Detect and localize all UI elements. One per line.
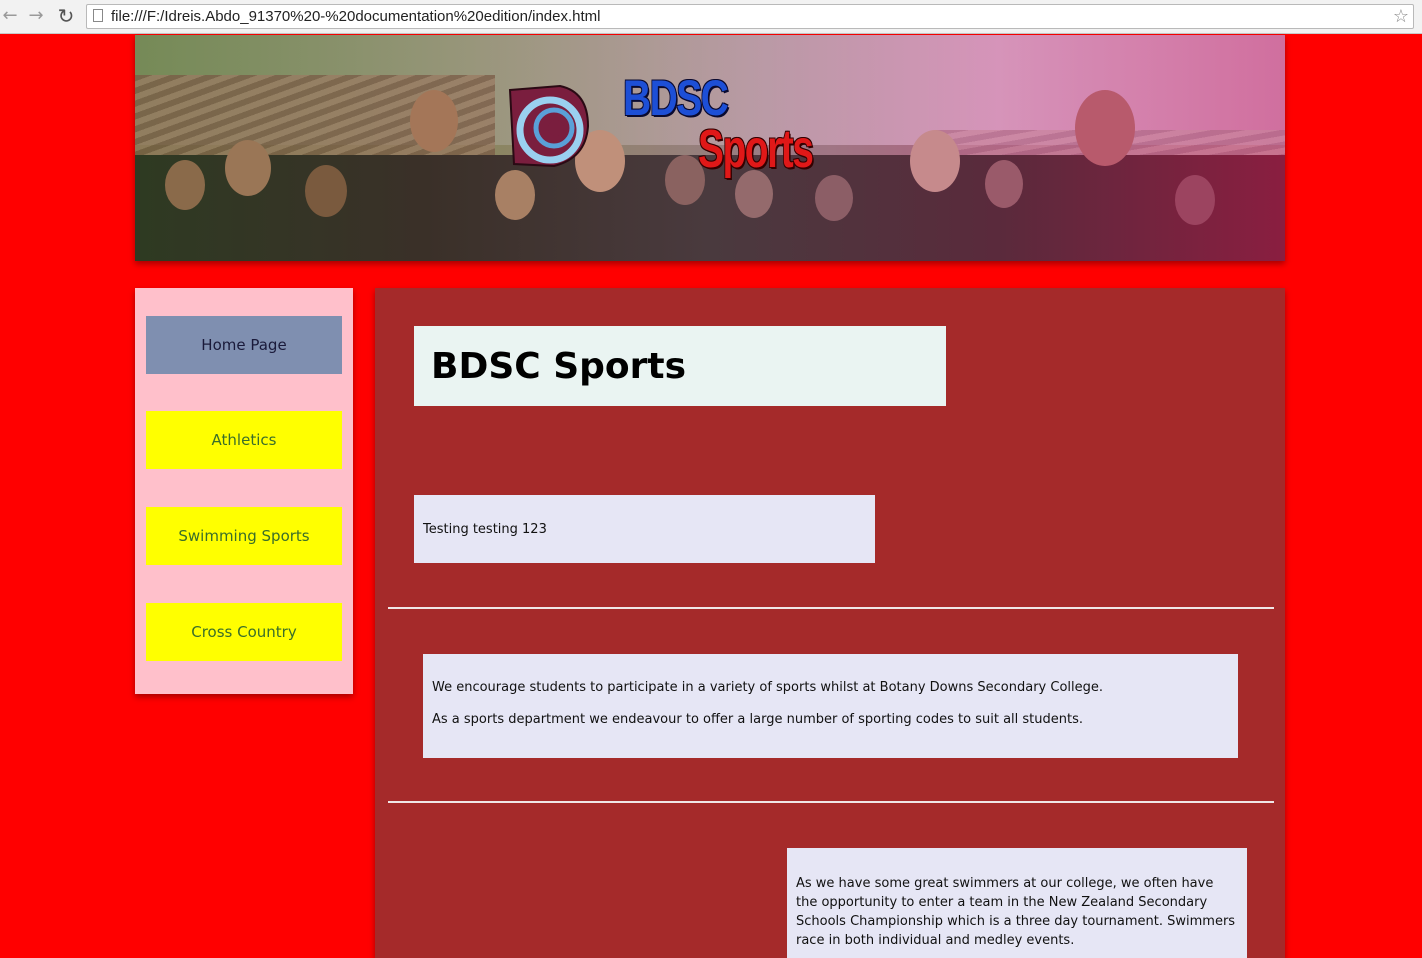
crowd-head xyxy=(305,165,347,217)
back-arrow-icon[interactable]: ← xyxy=(0,6,20,26)
intro-paragraph-2: As a sports department we endeavour to o… xyxy=(432,712,1083,727)
forward-arrow-icon[interactable]: → xyxy=(26,6,46,26)
address-bar[interactable]: file:///F:/Idreis.Abdo_91370%20-%20docum… xyxy=(86,4,1414,29)
swimming-paragraph: As we have some great swimmers at our co… xyxy=(796,876,1236,948)
url-text[interactable]: file:///F:/Idreis.Abdo_91370%20-%20docum… xyxy=(111,8,600,25)
crowd-head xyxy=(910,130,960,192)
divider xyxy=(388,607,1274,609)
crowd-head xyxy=(985,160,1023,208)
browser-toolbar: ← → ↻ file:///F:/Idreis.Abdo_91370%20-%2… xyxy=(0,0,1422,34)
crowd-head xyxy=(1175,175,1215,225)
logo-text-sports: Sports xyxy=(698,119,814,179)
page-title: BDSC Sports xyxy=(431,346,687,387)
reload-icon[interactable]: ↻ xyxy=(56,6,76,26)
sidebar-item-athletics[interactable]: Athletics xyxy=(146,411,342,469)
divider xyxy=(388,801,1274,803)
crowd-head xyxy=(225,140,271,196)
intro-paragraph-1: We encourage students to participate in … xyxy=(432,680,1104,695)
header-banner: BDSC Sports xyxy=(135,35,1285,261)
crowd-head xyxy=(495,170,535,220)
crowd-head xyxy=(1075,90,1135,166)
testing-box: Testing testing 123 xyxy=(414,495,875,563)
sidebar-item-home-page[interactable]: Home Page xyxy=(146,316,342,374)
crowd-head xyxy=(815,175,853,221)
sidebar-item-swimming-sports[interactable]: Swimming Sports xyxy=(146,507,342,565)
testing-text: Testing testing 123 xyxy=(423,522,547,537)
sidebar-item-cross-country[interactable]: Cross Country xyxy=(146,603,342,661)
main-content: BDSC Sports Testing testing 123 We encou… xyxy=(375,288,1285,958)
crowd-head xyxy=(165,160,205,210)
intro-box: We encourage students to participate in … xyxy=(423,654,1238,758)
title-box: BDSC Sports xyxy=(414,326,946,406)
crowd-head xyxy=(410,90,458,152)
swimming-box: As we have some great swimmers at our co… xyxy=(787,848,1247,958)
star-icon[interactable]: ☆ xyxy=(1393,6,1409,27)
logo-swirl-icon xyxy=(508,84,590,168)
page-icon xyxy=(93,9,103,22)
sidebar-nav: Home Page Athletics Swimming Sports Cros… xyxy=(135,288,353,694)
